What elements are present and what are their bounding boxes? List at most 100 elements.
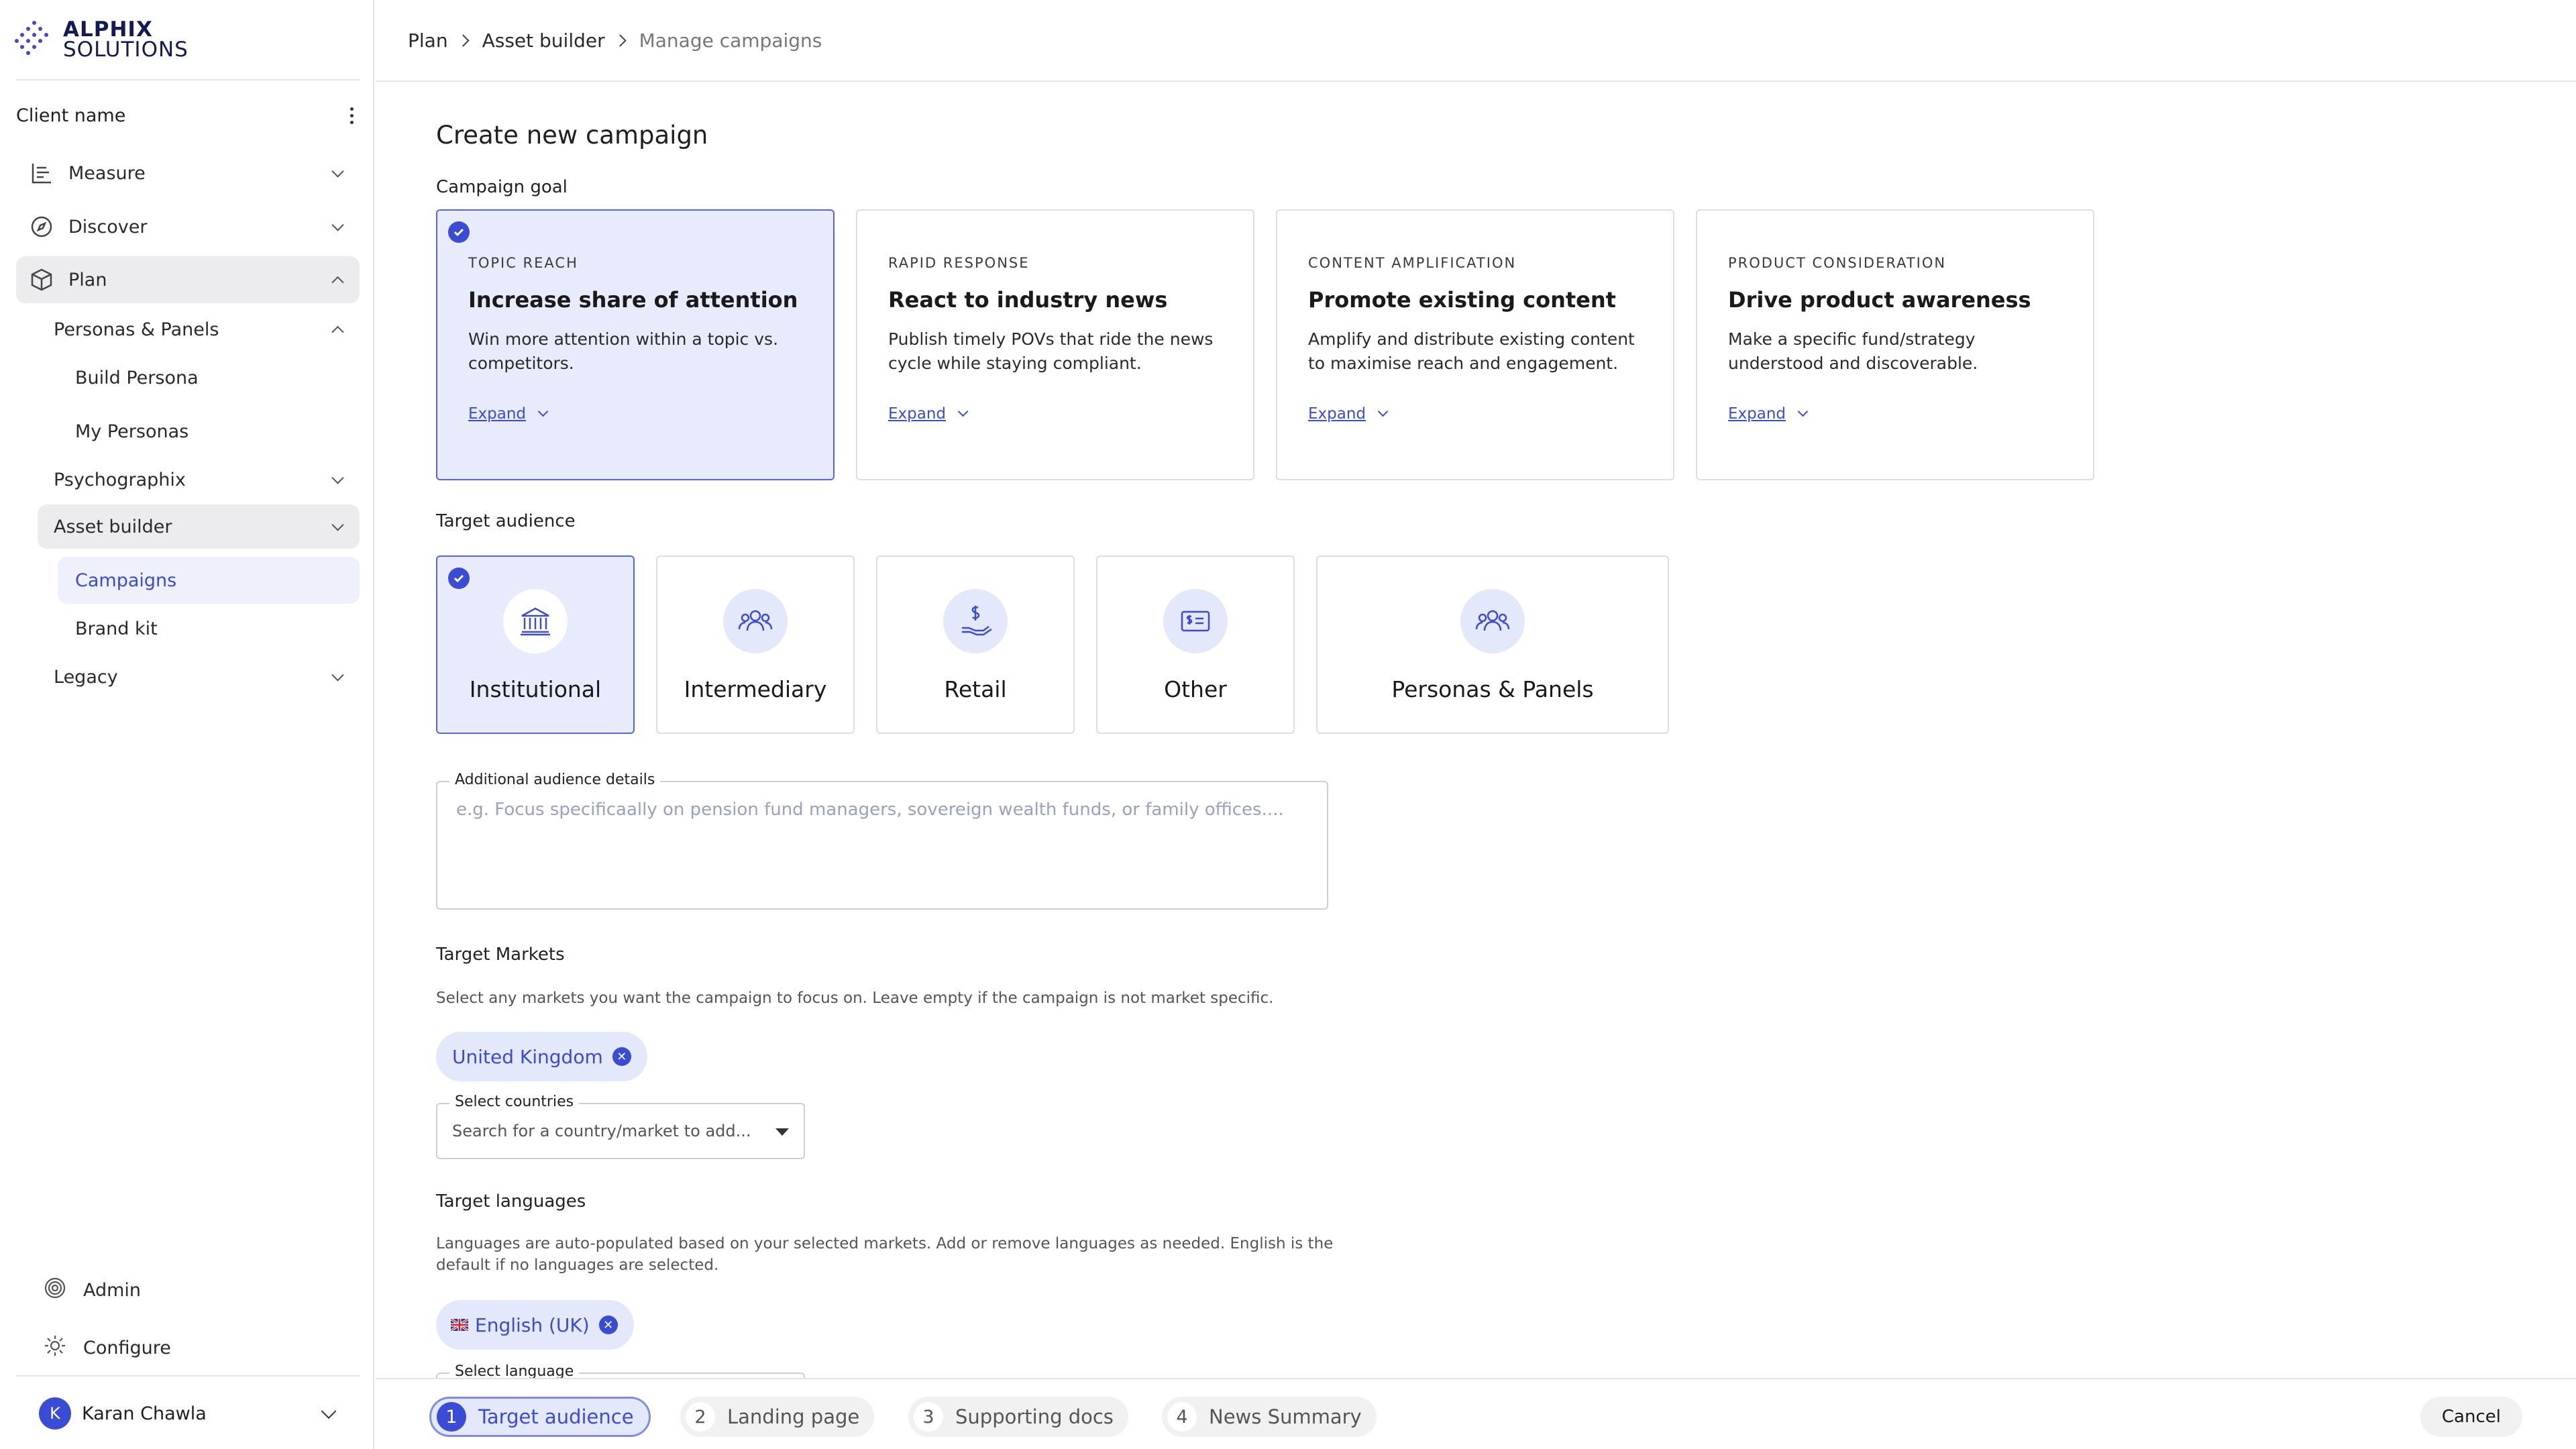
logo-line-1: ALPHIX [63,17,153,42]
goal-card-rapid-response[interactable]: RAPID RESPONSE React to industry news Pu… [856,209,1254,480]
nav-my-personas[interactable]: My Personas [59,415,360,448]
goal-card-content-amplification[interactable]: CONTENT AMPLIFICATION Promote existing c… [1276,209,1674,480]
chevron-down-icon [537,406,549,417]
nav-measure[interactable]: Measure [16,154,360,192]
step-supporting-docs[interactable]: 3 Supporting docs [908,1397,1128,1437]
audience-label: Other [1164,676,1227,702]
breadcrumb-plan[interactable]: Plan [408,30,448,52]
check-icon [448,568,470,589]
step-target-audience[interactable]: 1 Target audience [429,1397,651,1437]
step-number: 2 [686,1402,715,1432]
remove-chip-icon[interactable]: ✕ [598,1316,618,1334]
nav-label: Personas & Panels [54,319,219,340]
step-number: 1 [437,1402,466,1432]
brand-logo[interactable]: ALPHIX SOLUTIONS [15,19,189,60]
client-name: Client name [16,105,126,126]
goal-description: Publish timely POVs that ride the news c… [888,329,1214,373]
audience-card-other[interactable]: Other [1096,555,1295,734]
audience-card-retail[interactable]: Retail [876,555,1075,734]
help-line: default if no languages are selected. [436,1256,719,1274]
goal-description: Win more attention within a topic vs. co… [468,329,779,373]
fingerprint-icon [43,1276,67,1305]
target-markets-label: Target Markets [436,945,565,965]
audience-card-institutional[interactable]: Institutional [436,555,635,734]
remove-chip-icon[interactable]: ✕ [612,1047,631,1066]
step-number: 3 [914,1402,943,1432]
chevron-up-icon [331,276,344,289]
target-languages-help: Languages are auto-populated based on yo… [436,1233,1333,1276]
help-line: Languages are auto-populated based on yo… [436,1235,1334,1252]
divider [16,1375,360,1377]
audience-details-label: Additional audience details [449,771,661,788]
country-select-placeholder: Search for a country/market to add... [452,1122,751,1140]
chip-label: English (UK) [475,1313,590,1336]
nav-configure[interactable]: Configure [43,1334,171,1362]
goal-card-product-consideration[interactable]: PRODUCT CONSIDERATION Drive product awar… [1696,209,2094,480]
audience-label: Retail [944,676,1007,702]
expand-label: Expand [1728,405,1786,423]
user-menu[interactable]: K Karan Chawla [39,1397,347,1430]
chevron-down-icon [331,472,344,484]
expand-link[interactable]: Expand [1308,405,1389,423]
nav-label: Psychographix [54,469,186,490]
chevron-right-icon [456,34,470,47]
expand-link[interactable]: Expand [1728,405,1809,423]
nav-discover[interactable]: Discover [16,208,360,246]
nav-asset-builder[interactable]: Asset builder [38,504,360,549]
nav-label: Measure [68,162,146,184]
caret-down-icon [775,1128,789,1136]
chevron-down-icon [331,669,344,682]
admin-label: Admin [83,1280,142,1301]
chevron-down-icon [331,165,344,178]
nav-plan[interactable]: Plan [16,256,360,303]
audience-label: Institutional [469,676,602,702]
goal-eyebrow: RAPID RESPONSE [888,255,1030,271]
cube-icon [28,266,55,293]
nav-admin[interactable]: Admin [43,1276,141,1305]
goal-eyebrow: TOPIC REACH [468,255,578,271]
goal-eyebrow: PRODUCT CONSIDERATION [1728,255,1947,271]
step-label: Supporting docs [955,1405,1114,1428]
avatar: K [39,1397,71,1430]
nav-build-persona[interactable]: Build Persona [59,361,360,394]
campaign-goal-label: Campaign goal [436,177,568,197]
breadcrumb-asset-builder[interactable]: Asset builder [482,30,605,52]
audience-card-intermediary[interactable]: Intermediary [656,555,855,734]
audience-label: Intermediary [684,676,827,702]
nav-brand-kit[interactable]: Brand kit [58,612,360,645]
step-label: News Summary [1209,1405,1362,1428]
goal-description: Amplify and distribute existing content … [1308,329,1635,373]
cancel-button[interactable]: Cancel [2420,1397,2522,1437]
audience-details-textarea[interactable]: Additional audience details e.g. Focus s… [436,771,1328,910]
expand-link[interactable]: Expand [888,405,969,423]
nav-psychographix[interactable]: Psychographix [38,463,360,496]
client-selector[interactable]: Client name [16,102,358,129]
people-group-icon [1460,589,1525,653]
goal-eyebrow: CONTENT AMPLIFICATION [1308,255,1517,271]
configure-label: Configure [83,1338,171,1358]
nav-label: Campaigns [75,570,177,591]
page-title: Create new campaign [436,121,708,150]
more-options-icon[interactable] [345,103,358,127]
expand-label: Expand [1308,405,1366,423]
chevron-down-icon [321,1403,337,1419]
country-select[interactable]: Select countries Search for a country/ma… [436,1093,805,1159]
hand-dollar-icon [943,589,1008,653]
nav-legacy[interactable]: Legacy [38,660,360,694]
audience-label: Personas & Panels [1391,676,1594,702]
goal-card-topic-reach[interactable]: TOPIC REACH Increase share of attention … [436,209,835,480]
step-label: Landing page [727,1405,860,1428]
main-content: Create new campaign Campaign goal TOPIC … [436,82,2516,1429]
step-number: 4 [1167,1402,1197,1432]
divider [16,79,360,80]
nav-label: Legacy [54,666,118,688]
language-chip: English (UK) ✕ [436,1300,634,1350]
expand-link[interactable]: Expand [468,405,549,423]
expand-label: Expand [888,405,947,423]
gear-icon [43,1334,67,1362]
audience-card-personas-panels[interactable]: Personas & Panels [1316,555,1669,734]
nav-campaigns[interactable]: Campaigns [58,557,360,604]
nav-personas-panels[interactable]: Personas & Panels [38,313,360,346]
step-landing-page[interactable]: 2 Landing page [680,1397,875,1437]
step-news-summary[interactable]: 4 News Summary [1162,1397,1377,1437]
